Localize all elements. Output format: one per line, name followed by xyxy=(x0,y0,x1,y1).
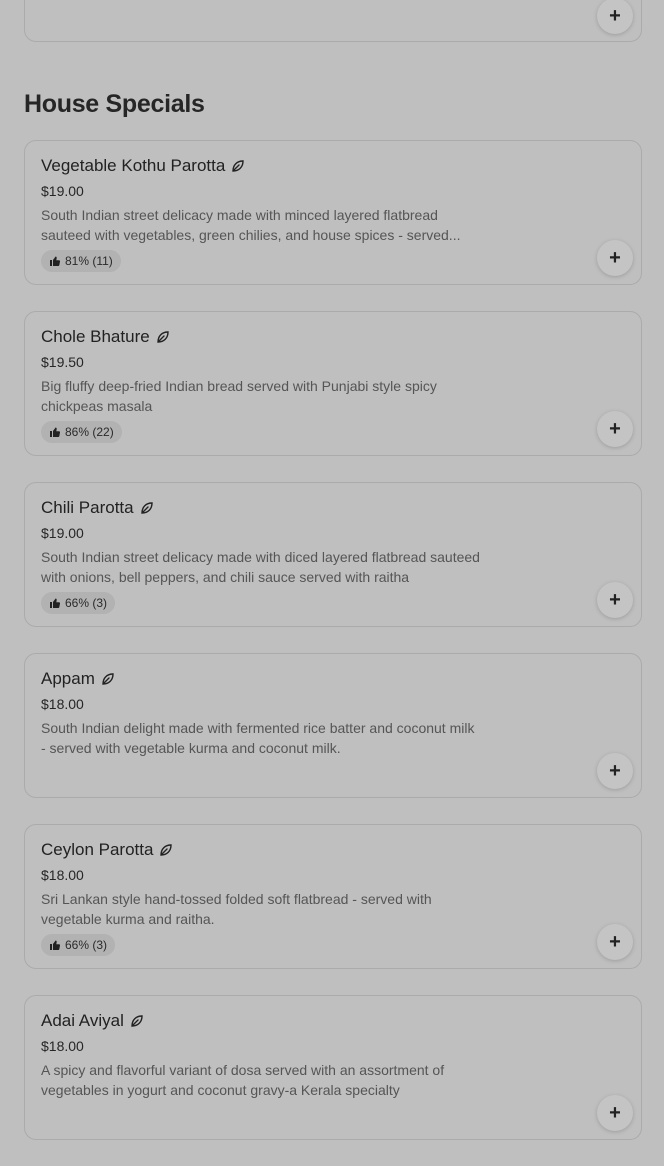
item-price: $18.00 xyxy=(41,1038,84,1054)
menu-item-card[interactable]: Chole Bhature $19.50 Big fluffy deep-fri… xyxy=(24,311,642,456)
add-button[interactable]: + xyxy=(597,411,633,447)
menu-item-card[interactable]: Adai Aviyal $18.00 A spicy and flavorful… xyxy=(24,995,642,1140)
add-button[interactable]: + xyxy=(597,1095,633,1131)
add-button[interactable]: + xyxy=(597,582,633,618)
menu-item-card[interactable]: + xyxy=(24,0,642,42)
add-button[interactable]: + xyxy=(597,240,633,276)
item-name-row: Ceylon Parotta xyxy=(41,840,173,860)
menu-item-list: Vegetable Kothu Parotta $19.00 South Ind… xyxy=(24,140,644,1166)
leaf-icon xyxy=(130,1014,144,1028)
rating-text: 81% (11) xyxy=(65,254,113,268)
item-price: $18.00 xyxy=(41,867,84,883)
rating-badge: 66% (3) xyxy=(41,592,116,614)
item-price: $19.00 xyxy=(41,525,84,541)
leaf-icon xyxy=(159,843,173,857)
item-price: $18.00 xyxy=(41,696,84,712)
item-price: $19.50 xyxy=(41,354,84,370)
item-description: A spicy and flavorful variant of dosa se… xyxy=(41,1062,445,1098)
rating-text: 66% (3) xyxy=(65,596,108,610)
leaf-icon xyxy=(156,330,170,344)
thumbs-up-icon xyxy=(49,426,61,438)
item-description: South Indian street delicacy made with m… xyxy=(41,207,461,243)
menu-item-card[interactable]: Vegetable Kothu Parotta $19.00 South Ind… xyxy=(24,140,642,285)
rating-badge: 66% (3) xyxy=(41,934,116,956)
thumbs-up-icon xyxy=(49,255,61,267)
item-description: South Indian street delicacy made with d… xyxy=(41,549,480,585)
item-name: Ceylon Parotta xyxy=(41,840,154,859)
item-name-row: Adai Aviyal xyxy=(41,1011,144,1031)
leaf-icon xyxy=(140,501,154,515)
item-name-row: Chole Bhature xyxy=(41,327,170,347)
item-name: Appam xyxy=(41,669,95,688)
item-name: Vegetable Kothu Parotta xyxy=(41,156,226,175)
rating-badge: 86% (22) xyxy=(41,421,122,443)
section-title: House Specials xyxy=(24,90,205,118)
item-name-row: Chili Parotta xyxy=(41,498,154,518)
item-description: Big fluffy deep-fried Indian bread serve… xyxy=(41,378,437,414)
add-button[interactable]: + xyxy=(597,0,633,34)
item-description: Sri Lankan style hand-tossed folded soft… xyxy=(41,891,432,927)
item-name: Chili Parotta xyxy=(41,498,134,517)
menu-item-card[interactable]: Chili Parotta $19.00 South Indian street… xyxy=(24,482,642,627)
item-price: $19.00 xyxy=(41,183,84,199)
add-button[interactable]: + xyxy=(597,753,633,789)
item-name: Adai Aviyal xyxy=(41,1011,124,1030)
item-name: Chole Bhature xyxy=(41,327,150,346)
leaf-icon xyxy=(101,672,115,686)
menu-item-card[interactable]: Ceylon Parotta $18.00 Sri Lankan style h… xyxy=(24,824,642,969)
menu-item-card[interactable]: Appam $18.00 South Indian delight made w… xyxy=(24,653,642,798)
rating-badge: 81% (11) xyxy=(41,250,121,272)
thumbs-up-icon xyxy=(49,939,61,951)
rating-text: 66% (3) xyxy=(65,938,108,952)
thumbs-up-icon xyxy=(49,597,61,609)
item-description: South Indian delight made with fermented… xyxy=(41,720,475,756)
rating-text: 86% (22) xyxy=(65,425,114,439)
leaf-icon xyxy=(231,159,245,173)
item-name-row: Vegetable Kothu Parotta xyxy=(41,156,245,176)
item-name-row: Appam xyxy=(41,669,115,689)
add-button[interactable]: + xyxy=(597,924,633,960)
